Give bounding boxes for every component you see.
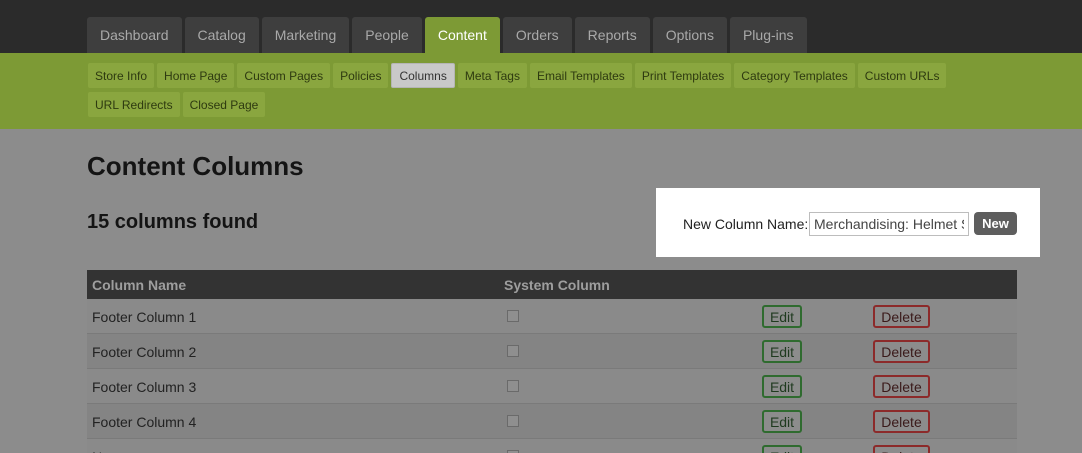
delete-button[interactable]: Delete xyxy=(873,410,930,433)
subtab-store-info[interactable]: Store Info xyxy=(88,63,155,88)
column-name: Footer Column 4 xyxy=(92,414,197,430)
subtab-policies[interactable]: Policies xyxy=(333,63,389,88)
new-column-panel: New Column Name: New xyxy=(656,188,1040,257)
tab-marketing[interactable]: Marketing xyxy=(261,17,350,53)
system-column-checkbox[interactable] xyxy=(507,380,519,392)
column-name: Footer Column 1 xyxy=(92,309,197,325)
system-column-checkbox[interactable] xyxy=(507,310,519,322)
delete-button[interactable]: Delete xyxy=(873,340,930,363)
subtab-home-page[interactable]: Home Page xyxy=(157,63,235,88)
subtab-url-redirects[interactable]: URL Redirects xyxy=(88,92,180,117)
table-row: Footer Column 2 Edit Delete xyxy=(87,334,1017,369)
subtab-columns[interactable]: Columns xyxy=(391,63,455,88)
top-navigation-bar: Dashboard Catalog Marketing People Conte… xyxy=(0,0,1082,53)
new-column-button[interactable]: New xyxy=(974,212,1017,235)
new-column-name-input[interactable] xyxy=(809,212,969,236)
subtab-custom-pages[interactable]: Custom Pages xyxy=(237,63,331,88)
table-header: Column Name System Column xyxy=(87,270,1017,299)
system-column-checkbox[interactable] xyxy=(507,415,519,427)
subtab-closed-page[interactable]: Closed Page xyxy=(182,92,266,117)
subtab-email-templates[interactable]: Email Templates xyxy=(529,63,632,88)
sub-navigation-bar: Store Info Home Page Custom Pages Polici… xyxy=(0,53,1082,129)
content-subtabs: Store Info Home Page Custom Pages Polici… xyxy=(88,63,988,117)
edit-button[interactable]: Edit xyxy=(762,410,802,433)
page-title: Content Columns xyxy=(87,151,304,181)
edit-button[interactable]: Edit xyxy=(762,375,802,398)
system-column-checkbox[interactable] xyxy=(507,345,519,357)
tab-content[interactable]: Content xyxy=(424,17,500,53)
delete-button[interactable]: Delete xyxy=(873,445,930,453)
subtab-custom-urls[interactable]: Custom URLs xyxy=(857,63,947,88)
column-name: Footer Column 2 xyxy=(92,344,197,360)
column-name: Footer Column 3 xyxy=(92,379,197,395)
subtab-meta-tags[interactable]: Meta Tags xyxy=(457,63,527,88)
table-row: Footer Column 1 Edit Delete xyxy=(87,299,1017,334)
edit-button[interactable]: Edit xyxy=(762,445,802,453)
column-name: N xyxy=(92,449,102,453)
result-count: 15 columns found xyxy=(87,211,259,233)
tab-orders[interactable]: Orders xyxy=(502,17,572,53)
table-row: Footer Column 4 Edit Delete xyxy=(87,404,1017,439)
tab-dashboard[interactable]: Dashboard xyxy=(87,17,182,53)
tab-people[interactable]: People xyxy=(352,17,422,53)
subtab-print-templates[interactable]: Print Templates xyxy=(634,63,732,88)
delete-button[interactable]: Delete xyxy=(873,305,930,328)
columns-table: Column Name System Column Footer Column … xyxy=(87,270,1017,453)
header-system-column: System Column xyxy=(504,277,610,293)
tab-plug-ins[interactable]: Plug-ins xyxy=(729,17,807,53)
tab-catalog[interactable]: Catalog xyxy=(184,17,259,53)
edit-button[interactable]: Edit xyxy=(762,305,802,328)
table-row: N Edit Delete xyxy=(87,439,1017,453)
tab-options[interactable]: Options xyxy=(652,17,727,53)
edit-button[interactable]: Edit xyxy=(762,340,802,363)
new-column-label: New Column Name: xyxy=(683,216,809,232)
delete-button[interactable]: Delete xyxy=(873,375,930,398)
header-column-name: Column Name xyxy=(92,277,187,293)
subtab-category-templates[interactable]: Category Templates xyxy=(734,63,855,88)
table-row: Footer Column 3 Edit Delete xyxy=(87,369,1017,404)
tab-reports[interactable]: Reports xyxy=(574,17,650,53)
main-tabs: Dashboard Catalog Marketing People Conte… xyxy=(87,17,807,53)
